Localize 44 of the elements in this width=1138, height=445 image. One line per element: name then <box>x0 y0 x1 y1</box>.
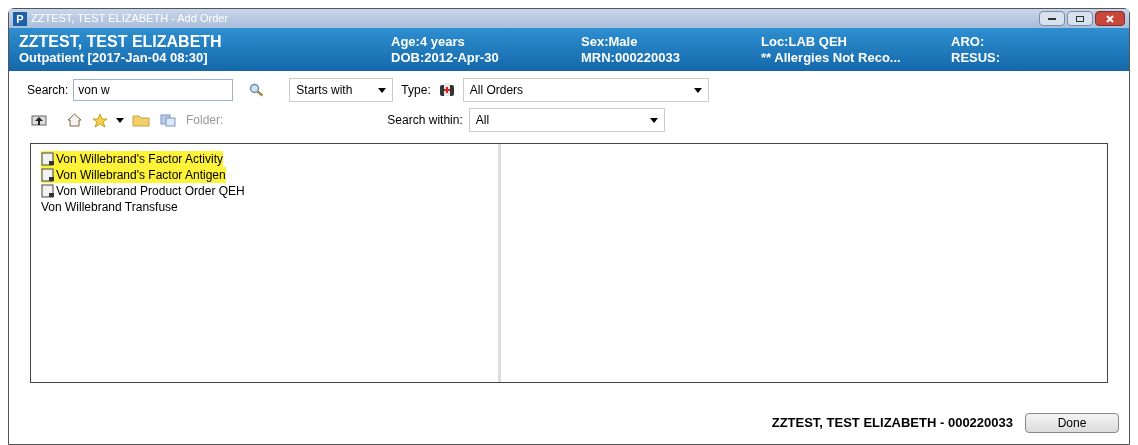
caret-icon <box>693 87 702 93</box>
result-item[interactable]: Von Willebrand Product Order QEH <box>41 183 245 199</box>
caret-icon <box>116 117 124 123</box>
home-icon[interactable] <box>67 113 82 127</box>
banner-text: Age:4 years <box>391 34 466 50</box>
banner-text: DOB:2012-Apr-30 <box>391 50 500 66</box>
banner-text: RESUS: <box>951 50 1002 66</box>
search-field[interactable]: von w <box>73 79 234 101</box>
caret-icon <box>649 117 658 123</box>
star-icon[interactable] <box>92 112 108 128</box>
banner-text: Loc:LAB QEH <box>761 34 848 50</box>
banner-text: MRN:000220033 <box>581 50 681 66</box>
maximize-button[interactable] <box>1067 11 1093 26</box>
result-item[interactable]: Von Willebrand's Factor Activity <box>41 151 224 167</box>
banner-text: ** Allergies Not Reco... <box>761 50 902 66</box>
document-icon <box>41 168 55 182</box>
document-icon <box>41 152 55 166</box>
result-item[interactable]: Von Willebrand Transfuse <box>41 199 178 215</box>
order-type-icon <box>438 82 455 98</box>
window-title: ZZTEST, TEST ELIZABETH - Add Order <box>31 11 229 27</box>
order-type-dropdown[interactable]: All Orders <box>462 78 709 102</box>
search-label: Search: <box>27 82 69 99</box>
banner-text: Sex:Male <box>581 34 639 50</box>
done-button[interactable]: Done <box>1025 413 1119 433</box>
banner-text: Outpatient [2017-Jan-04 08:30] <box>19 50 209 66</box>
close-button[interactable] <box>1095 11 1125 26</box>
close-icon <box>1106 14 1114 23</box>
folder-up-icon[interactable] <box>31 114 47 126</box>
folder-icon[interactable] <box>132 113 150 127</box>
search-within-dropdown[interactable]: All <box>468 108 665 132</box>
minimize-button[interactable] <box>1039 11 1065 26</box>
banner-text: ZZTEST, TEST ELIZABETH <box>19 34 223 50</box>
folder-label: Folder: <box>186 112 224 129</box>
patient-summary: ZZTEST, TEST ELIZABETH - 000220033 <box>771 414 1013 433</box>
app-logo: P <box>13 11 27 26</box>
type-label: Type: <box>401 82 431 99</box>
caret-icon <box>378 87 387 93</box>
search-within-label: Search within: <box>387 112 463 129</box>
search-icon[interactable] <box>249 83 266 97</box>
banner-text: ARO: <box>951 34 986 50</box>
match-mode-dropdown[interactable]: Starts with <box>289 78 394 102</box>
copy-icon[interactable] <box>160 113 176 127</box>
result-item[interactable]: Von Willebrand's Factor Antigen <box>41 167 226 183</box>
document-icon <box>41 184 55 198</box>
